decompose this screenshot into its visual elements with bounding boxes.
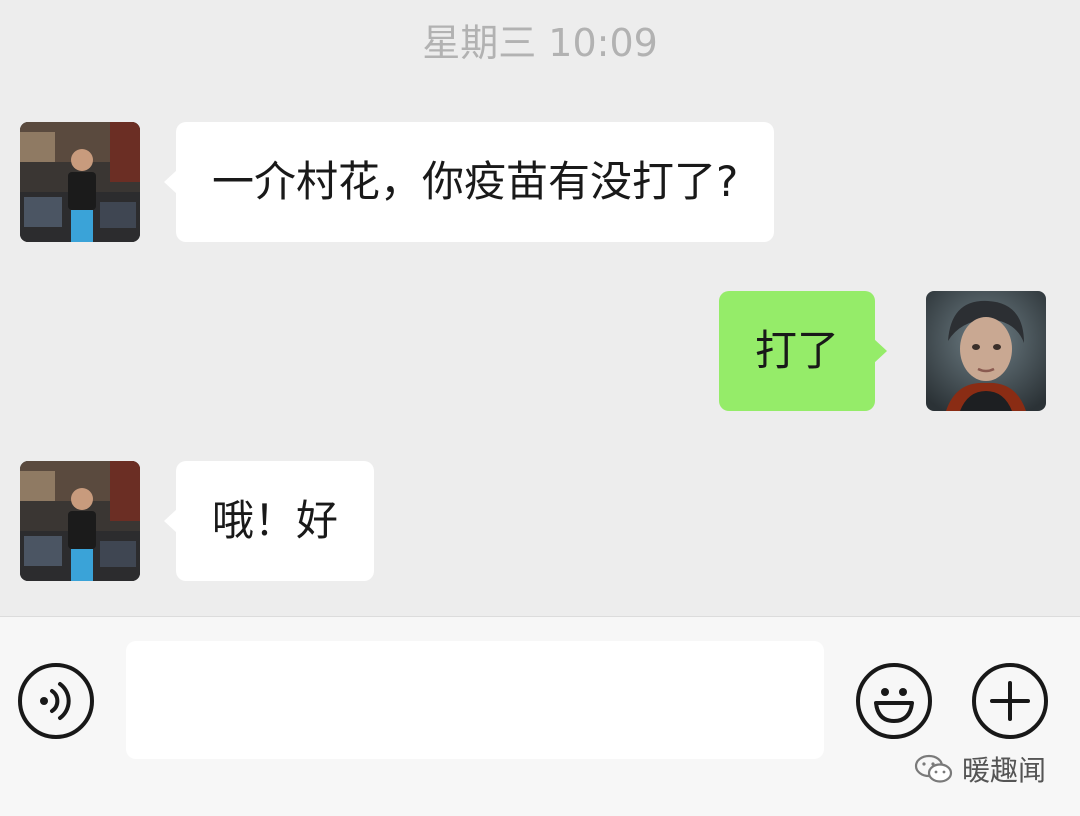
message-input[interactable] [126, 641, 824, 759]
message-bubble-incoming[interactable]: 哦！好 [163, 461, 375, 581]
more-button[interactable] [972, 663, 1048, 739]
watermark-text: 暖趣闻 [961, 754, 1046, 787]
message-timestamp: 星期三 10:09 [422, 21, 658, 65]
contact-avatar-image [20, 461, 140, 581]
message-bubble-incoming[interactable]: 一介村花，你疫苗有没打了? [163, 122, 775, 242]
voice-icon [40, 682, 71, 720]
contact-avatar-image [20, 122, 140, 242]
chat-screen: 星期三 10:09 一介村花，你疫苗有没打了? 打了 哦！好 暖趣闻 [0, 0, 1080, 816]
message-bubble-outgoing[interactable]: 打了 [719, 291, 888, 411]
emoji-button[interactable] [856, 663, 932, 739]
voice-button[interactable] [18, 663, 94, 739]
wechat-icon [914, 754, 953, 783]
plus-icon [990, 681, 1030, 721]
watermark: 暖趣闻 [914, 752, 1046, 787]
contact-avatar[interactable] [20, 461, 140, 581]
self-avatar[interactable] [926, 291, 1046, 411]
contact-avatar[interactable] [20, 122, 140, 242]
chat-input-bar: 暖趣闻 [0, 616, 1080, 816]
emoji-icon [874, 688, 914, 723]
self-avatar-image [926, 291, 1046, 411]
